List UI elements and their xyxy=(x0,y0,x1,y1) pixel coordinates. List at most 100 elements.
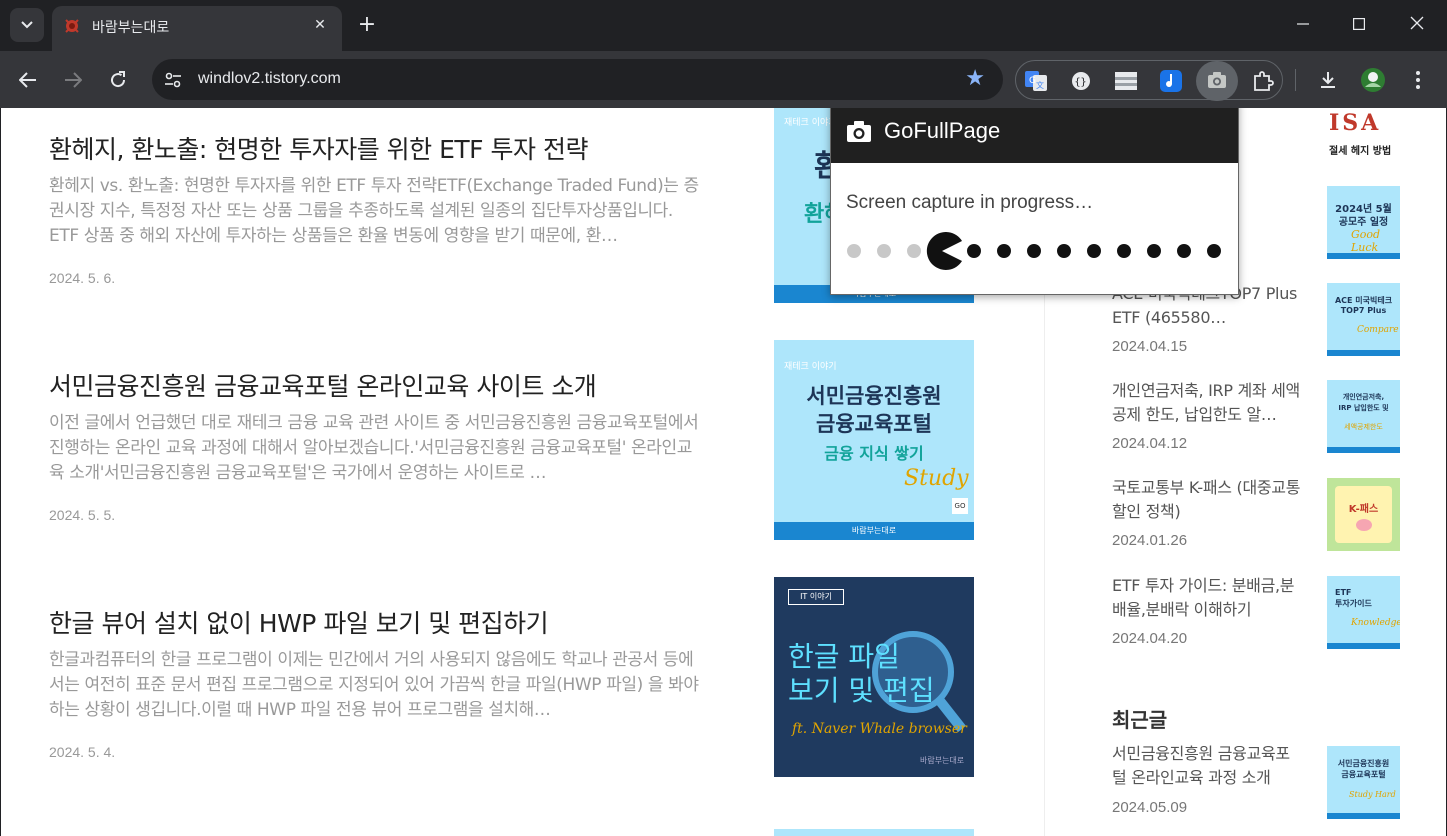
thumb-script: Study Hard xyxy=(1349,790,1396,799)
sidebar-thumbnail[interactable]: ETF 투자가이드 Knowledge xyxy=(1327,576,1400,649)
thumb-footer: 바람부는대로 xyxy=(920,756,965,765)
thumb-line1: 서민금융진흥원 xyxy=(806,384,942,408)
post-title[interactable]: 환헤지, 환노출: 현명한 투자자를 위한 ETF 투자 전략 xyxy=(49,130,588,166)
thumb-line2: 보기 및 편집 xyxy=(788,674,935,707)
thumb-footer xyxy=(1327,253,1400,259)
thumb-badge: GO xyxy=(952,498,968,514)
extensions-bar: G 文 {} xyxy=(1015,60,1283,101)
thumb-footer xyxy=(1327,813,1400,819)
minimize-icon xyxy=(1297,23,1309,25)
sidebar-post-date: 2024.04.12 xyxy=(1112,435,1188,452)
sidebar-thumbnail[interactable]: ACE 미국빅테크 TOP7 Plus Compare xyxy=(1327,283,1400,356)
thumb-line1: K-패스 xyxy=(1348,504,1379,515)
tab-search-button[interactable] xyxy=(10,8,44,42)
bookmark-star-icon[interactable]: ★ xyxy=(965,68,985,90)
google-translate-icon[interactable]: G 文 xyxy=(1024,69,1048,93)
post-title[interactable]: 한글 뷰어 설치 없이 HWP 파일 보기 및 편집하기 xyxy=(49,604,549,640)
thumb-footer: 바람부는대로 xyxy=(774,522,974,540)
browser-toolbar: windlov2.tistory.com ★ G 文 {} xyxy=(0,51,1447,108)
close-icon xyxy=(1410,16,1424,30)
post-excerpt: 이전 글에서 언급했던 대로 재테크 금융 교육 관련 사이트 중 서민금융진흥… xyxy=(49,413,699,483)
downloads-button[interactable] xyxy=(1311,63,1345,97)
post-date: 2024. 5. 4. xyxy=(49,744,116,760)
svg-text:G: G xyxy=(1029,76,1036,86)
thumb-line2: TOP7 Plus xyxy=(1340,306,1387,315)
more-vert-icon xyxy=(1416,71,1420,89)
thumb-line2: 금융교육포털 xyxy=(816,412,932,436)
post-title[interactable]: 서민금융진흥원 금융교육포털 온라인교육 사이트 소개 xyxy=(49,367,597,403)
camera-icon xyxy=(847,121,871,142)
post-thumbnail[interactable]: IT 이야기 한글 파일 보기 및 편집 ft. Naver Whale bro… xyxy=(774,577,974,777)
thumb-line2: 투자가이드 xyxy=(1335,599,1372,608)
thumb-line2: 금융교육포털 xyxy=(1341,770,1386,779)
tab-strip: 바람부는대로 ✕ + xyxy=(0,0,1447,51)
post-thumbnail-partial xyxy=(774,829,974,836)
thumb-script: 세액공제한도 xyxy=(1344,423,1383,431)
post-thumbnail[interactable]: 재테크 이야기 서민금융진흥원 금융교육포털 금융 지식 쌓기 Study GO… xyxy=(774,340,974,540)
music-extension-icon[interactable] xyxy=(1159,69,1183,93)
post-excerpt: 한글과컴퓨터의 한글 프로그램이 이제는 민간에서 거의 사용되지 않음에도 학… xyxy=(49,650,699,720)
browser-tab-active[interactable]: 바람부는대로 ✕ xyxy=(52,6,342,51)
download-icon xyxy=(1321,72,1335,88)
back-arrow-icon xyxy=(19,72,36,88)
address-bar[interactable]: windlov2.tistory.com ★ xyxy=(152,59,1003,100)
thumb-tag: 재테크 이야기 xyxy=(784,118,837,128)
profile-avatar[interactable] xyxy=(1356,63,1390,97)
forward-arrow-icon xyxy=(65,72,82,88)
thumb-tag: IT 이야기 xyxy=(788,589,844,605)
reader-extension-icon[interactable] xyxy=(1114,69,1138,93)
close-window-button[interactable] xyxy=(1397,10,1437,40)
popup-header: GoFullPage xyxy=(831,108,1238,163)
maximize-button[interactable] xyxy=(1339,10,1379,40)
sidebar-post-title[interactable]: 개인연금저축, IRP 계좌 세액공제 한도, 납입한도 알… xyxy=(1112,379,1304,427)
chevron-down-icon xyxy=(21,21,33,29)
recent-post-title[interactable]: 서민금융진흥원 금융교육포털 온라인교육 과정 소개 xyxy=(1112,742,1304,790)
thumb-line1: 서민금융진흥원 xyxy=(1337,759,1390,768)
thumb-line1: ACE 미국빅테크 xyxy=(1334,296,1393,305)
sidebar-thumbnail[interactable]: K-패스 xyxy=(1327,478,1400,551)
post-excerpt: 환헤지 vs. 환노출: 현명한 투자자를 위한 ETF 투자 전략ETF(Ex… xyxy=(49,176,699,246)
sidebar-post-title[interactable]: ETF 투자 가이드: 분배금,분배율,분배락 이해하기 xyxy=(1112,574,1304,622)
new-tab-button[interactable]: + xyxy=(352,10,382,40)
minimize-button[interactable] xyxy=(1283,10,1323,40)
reload-button[interactable] xyxy=(101,63,135,97)
recent-post-thumbnail[interactable]: 서민금융진흥원 금융교육포털 Study Hard xyxy=(1327,746,1400,819)
thumb-line1: 개인연금저축, xyxy=(1342,393,1385,401)
thumb-line1: ETF xyxy=(1335,588,1352,597)
extensions-puzzle-icon[interactable] xyxy=(1251,69,1275,93)
back-button[interactable] xyxy=(11,63,45,97)
page-content: 환헤지, 환노출: 현명한 투자자를 위한 ETF 투자 전략 환헤지 vs. … xyxy=(0,108,1447,836)
json-viewer-icon[interactable]: {} xyxy=(1069,69,1093,93)
post-date: 2024. 5. 6. xyxy=(49,270,116,286)
piggy-bank-icon xyxy=(1356,519,1372,531)
url-text: windlov2.tistory.com xyxy=(198,70,341,87)
thumb-script: Knowledge xyxy=(1351,618,1400,628)
gofullpage-popup: GoFullPage Screen capture in progress… xyxy=(830,108,1239,295)
gofullpage-extension-button[interactable] xyxy=(1196,61,1238,101)
thumb-script: Study xyxy=(904,466,969,491)
site-favicon-icon xyxy=(65,19,79,33)
thumb-footer xyxy=(1327,643,1400,649)
sidebar-thumbnail[interactable]: 개인연금저축, IRP 납입한도 및 세액공제한도 xyxy=(1327,380,1400,453)
maximize-icon xyxy=(1353,18,1366,31)
menu-button[interactable] xyxy=(1401,63,1435,97)
sidebar-post-date: 2024.04.20 xyxy=(1112,630,1188,647)
reload-icon xyxy=(111,71,126,88)
sidebar-thumbnail[interactable]: 2024년 5월 공모주 일정 Good Luck xyxy=(1327,186,1400,259)
svg-text:文: 文 xyxy=(1036,80,1044,90)
isa-blocks: ISA xyxy=(1329,110,1382,136)
tab-close-icon[interactable]: ✕ xyxy=(310,15,330,35)
thumb-footer xyxy=(1327,350,1400,356)
site-info-icon[interactable] xyxy=(162,69,184,91)
post-date: 2024. 5. 5. xyxy=(49,507,116,523)
recent-posts-heading: 최근글 xyxy=(1112,708,1168,732)
sidebar-thumbnail[interactable]: ISA 절세 헤지 방법 xyxy=(1327,108,1400,160)
thumb-script: Good Luck xyxy=(1351,228,1381,254)
sidebar-post-title[interactable]: 국토교통부 K-패스 (대중교통할인 정책) xyxy=(1112,476,1304,524)
popup-title: GoFullPage xyxy=(884,118,1001,143)
svg-text:{}: {} xyxy=(1075,77,1087,88)
capture-progress-animation xyxy=(847,232,1221,270)
forward-button[interactable] xyxy=(56,63,90,97)
avatar-icon xyxy=(1361,68,1385,92)
sidebar-post-date: 2024.01.26 xyxy=(1112,532,1188,549)
